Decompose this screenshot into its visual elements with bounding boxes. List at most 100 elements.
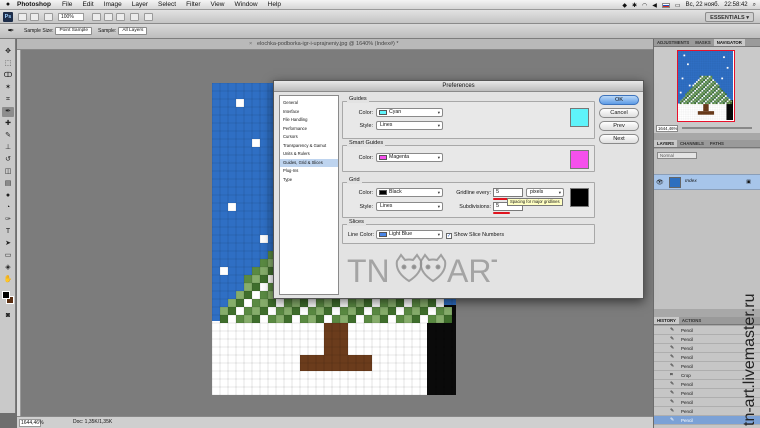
menu-time[interactable]: 22:58:42: [724, 2, 747, 8]
flag-icon[interactable]: [661, 2, 670, 8]
crop-tool-icon[interactable]: ⌗: [2, 95, 14, 105]
tab-navigator[interactable]: NAVIGATOR: [713, 39, 745, 46]
pref-category-item[interactable]: Cursors: [280, 133, 338, 142]
pref-category-item[interactable]: Type: [280, 176, 338, 185]
quick-mask-icon[interactable]: ◙: [2, 311, 14, 321]
apple-menu-icon[interactable]: ●: [3, 1, 13, 8]
clone-stamp-tool-icon[interactable]: ⊥: [2, 143, 14, 153]
cancel-button[interactable]: Cancel: [599, 108, 639, 118]
next-button[interactable]: Next: [599, 134, 639, 144]
menu-filter[interactable]: Filter: [186, 1, 200, 8]
dropbox-icon[interactable]: ◆: [622, 2, 627, 9]
pref-category-item[interactable]: Transparency & Gamut: [280, 142, 338, 151]
menu-image[interactable]: Image: [104, 1, 122, 8]
shape-tool-icon[interactable]: ▭: [2, 251, 14, 261]
grid-color-select[interactable]: Black ▾: [376, 188, 443, 197]
tab-adjustments[interactable]: ADJUSTMENTS: [654, 39, 692, 46]
tab-channels[interactable]: CHANNELS: [677, 140, 707, 147]
gridline-every-input[interactable]: 5: [493, 188, 523, 197]
menu-date[interactable]: Вс, 22 нояб.: [686, 2, 720, 8]
slice-line-color-select[interactable]: Light Blue ▾: [376, 230, 443, 239]
tab-actions[interactable]: ACTIONS: [679, 317, 704, 324]
healing-brush-tool-icon[interactable]: ✚: [2, 119, 14, 129]
foreground-color-swatch[interactable]: [2, 291, 10, 299]
status-doc-size[interactable]: Doc: 1,35K/1,35K: [73, 417, 112, 428]
dodge-tool-icon[interactable]: ◔: [2, 203, 14, 213]
gridline-unit-select[interactable]: pixels ▾: [526, 188, 564, 197]
eyedropper-tool-icon[interactable]: ✒: [2, 107, 14, 117]
blend-mode-select[interactable]: Normal: [657, 152, 697, 159]
menu-help[interactable]: Help: [268, 1, 281, 8]
pref-category-item[interactable]: Plug-Ins: [280, 167, 338, 176]
menu-window[interactable]: Window: [235, 1, 258, 8]
eraser-tool-icon[interactable]: ◫: [2, 167, 14, 177]
spotlight-icon[interactable]: ⌕: [753, 2, 756, 9]
tab-layers[interactable]: LAYERS: [654, 140, 678, 147]
pref-category-item[interactable]: Units & Rulers: [280, 150, 338, 159]
zoom-level-select[interactable]: 100%: [58, 13, 84, 21]
menu-layer[interactable]: Layer: [132, 1, 148, 8]
bluetooth-icon[interactable]: ✱: [632, 2, 637, 9]
navigator-zoom-field[interactable]: 1644,46%: [656, 125, 678, 132]
menu-view[interactable]: View: [211, 1, 225, 8]
tab-paths[interactable]: PATHS: [707, 140, 727, 147]
close-document-icon[interactable]: ×: [249, 39, 252, 50]
magic-wand-tool-icon[interactable]: ✶: [2, 83, 14, 93]
tab-history[interactable]: HISTORY: [654, 317, 679, 324]
guides-color-swatch[interactable]: [570, 108, 589, 127]
pref-category-item[interactable]: File Handling: [280, 116, 338, 125]
layer-row[interactable]: 👁 Index ▣: [654, 174, 760, 190]
rotate-view-button[interactable]: [116, 13, 125, 21]
type-tool-icon[interactable]: T: [2, 227, 14, 237]
pref-category-item[interactable]: Guides, Grid & Slices: [280, 158, 338, 167]
guides-color-select[interactable]: Cyan ▾: [376, 108, 443, 117]
eye-icon[interactable]: 👁: [656, 179, 664, 186]
checkbox-check-icon[interactable]: ✓: [446, 233, 452, 239]
history-brush-tool-icon[interactable]: ↺: [2, 155, 14, 165]
pref-category-item[interactable]: General: [280, 99, 338, 108]
path-selection-tool-icon[interactable]: ➤: [2, 239, 14, 249]
ok-button[interactable]: OK: [599, 95, 639, 105]
menu-select[interactable]: Select: [158, 1, 176, 8]
screen-mode-button[interactable]: [144, 13, 153, 21]
arrange-documents-button[interactable]: [130, 13, 139, 21]
pref-category-item[interactable]: Performance: [280, 125, 338, 134]
hand-tool-icon[interactable]: ✋: [2, 275, 14, 285]
grid-color-swatch[interactable]: [570, 188, 589, 207]
eyedropper-icon[interactable]: ✒: [6, 26, 16, 36]
sample-layers-select[interactable]: All Layers: [118, 27, 148, 35]
mini-bridge-button[interactable]: [30, 13, 39, 21]
tab-masks[interactable]: MASKS: [692, 39, 714, 46]
prev-button[interactable]: Prev: [599, 121, 639, 131]
volume-icon[interactable]: ◀: [652, 2, 657, 9]
view-extras-button[interactable]: [44, 13, 53, 21]
move-tool-icon[interactable]: ✥: [2, 47, 14, 57]
3d-tool-icon[interactable]: ◈: [2, 263, 14, 273]
navigator-view-box[interactable]: [677, 50, 735, 122]
sample-size-select[interactable]: Point Sample: [55, 27, 92, 35]
pen-tool-icon[interactable]: ✑: [2, 215, 14, 225]
wifi-icon[interactable]: ◠: [642, 2, 647, 9]
pref-category-item[interactable]: Interface: [280, 108, 338, 117]
gradient-tool-icon[interactable]: ▤: [2, 179, 14, 189]
smart-guides-color-swatch[interactable]: [570, 150, 589, 169]
hand-tool-button[interactable]: [92, 13, 101, 21]
menu-file[interactable]: File: [62, 1, 72, 8]
status-zoom-field[interactable]: 1644,46%: [19, 419, 44, 427]
guides-style-select[interactable]: Lines ▾: [376, 121, 443, 130]
blur-tool-icon[interactable]: ●: [2, 191, 14, 201]
smart-guides-color-select[interactable]: Magenta ▾: [376, 153, 443, 162]
workspace-switcher[interactable]: ESSENTIALS ▾: [705, 12, 754, 22]
show-slice-numbers-checkbox[interactable]: ✓ Show Slice Numbers: [446, 231, 504, 239]
brush-tool-icon[interactable]: ✎: [2, 131, 14, 141]
grid-style-select[interactable]: Lines ▾: [376, 202, 443, 211]
document-tab[interactable]: × elochka-podborka-igr-i-uprajneniy.jpg …: [17, 39, 653, 50]
lasso-tool-icon[interactable]: ↀ: [2, 71, 14, 81]
zoom-tool-button[interactable]: [104, 13, 113, 21]
navigator-slider[interactable]: [682, 127, 752, 129]
menu-edit[interactable]: Edit: [82, 1, 93, 8]
menu-app-name[interactable]: Photoshop: [17, 1, 51, 8]
bridge-button[interactable]: [18, 13, 27, 21]
battery-icon[interactable]: ▭: [675, 2, 681, 9]
marquee-tool-icon[interactable]: ⬚: [2, 59, 14, 69]
